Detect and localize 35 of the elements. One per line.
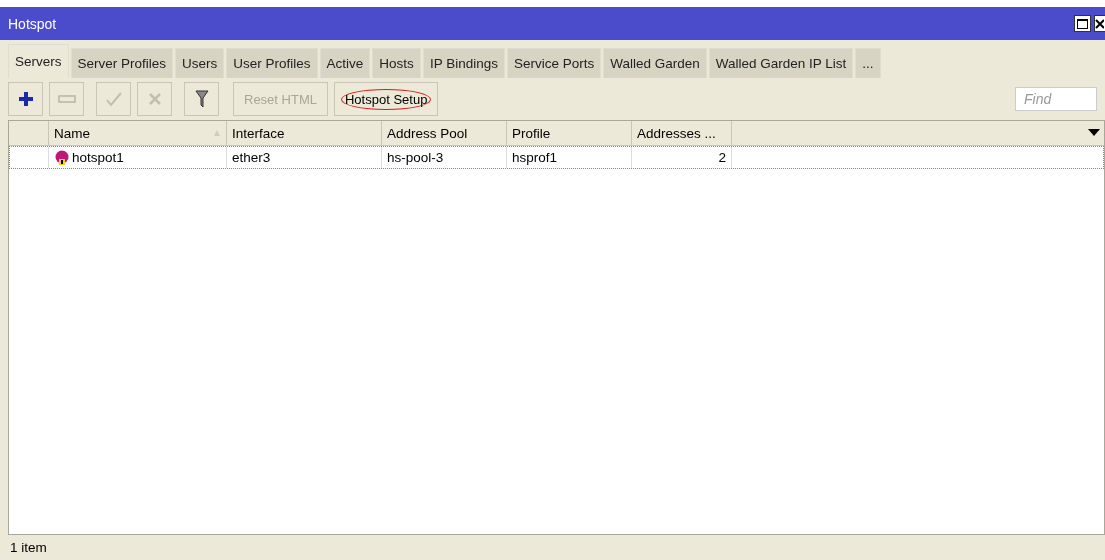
tab[interactable]: Users (175, 48, 225, 78)
tab[interactable]: Walled Garden IP List (708, 48, 854, 78)
cross-icon (147, 92, 162, 106)
tab[interactable]: Hosts (372, 48, 421, 78)
tab[interactable]: IP Bindings (422, 48, 505, 78)
server-status-icon (54, 149, 70, 166)
tab[interactable]: Service Ports (506, 48, 602, 78)
tab[interactable]: Server Profiles (70, 48, 174, 78)
filter-icon (194, 90, 209, 108)
maximize-icon (1077, 18, 1088, 29)
maximize-button[interactable] (1074, 15, 1091, 32)
toolbar-button[interactable] (8, 82, 43, 116)
status-text: 1 item (10, 540, 47, 555)
tab[interactable]: Walled Garden (603, 48, 707, 78)
table-cell: hsprof1 (512, 150, 558, 165)
close-icon (1095, 18, 1104, 29)
table-cell: hs-pool-3 (387, 150, 444, 165)
close-button[interactable] (1094, 15, 1105, 32)
tab[interactable]: Servers (8, 44, 69, 78)
sort-icon (213, 129, 221, 137)
table-cell: ether3 (232, 150, 271, 165)
minus-icon (57, 95, 76, 103)
dropdown-arrow-icon (1088, 129, 1100, 137)
search-field[interactable]: Find (1015, 87, 1097, 111)
plus-icon (17, 91, 34, 107)
toolbar-button[interactable]: Hotspot Setup (333, 82, 439, 116)
table-cell: 2 (718, 150, 726, 165)
tab[interactable]: User Profiles (226, 48, 318, 78)
window-title: Hotspot (8, 15, 57, 32)
check-icon (105, 92, 122, 106)
tab[interactable]: ... (855, 48, 881, 78)
tab[interactable]: Active (319, 48, 371, 78)
table-cell: hotspot1 (72, 150, 124, 165)
table-row[interactable]: hotspot1 ether3 hs-pool-3 hsprof1 2 (9, 146, 1104, 169)
toolbar-button[interactable] (184, 82, 219, 116)
